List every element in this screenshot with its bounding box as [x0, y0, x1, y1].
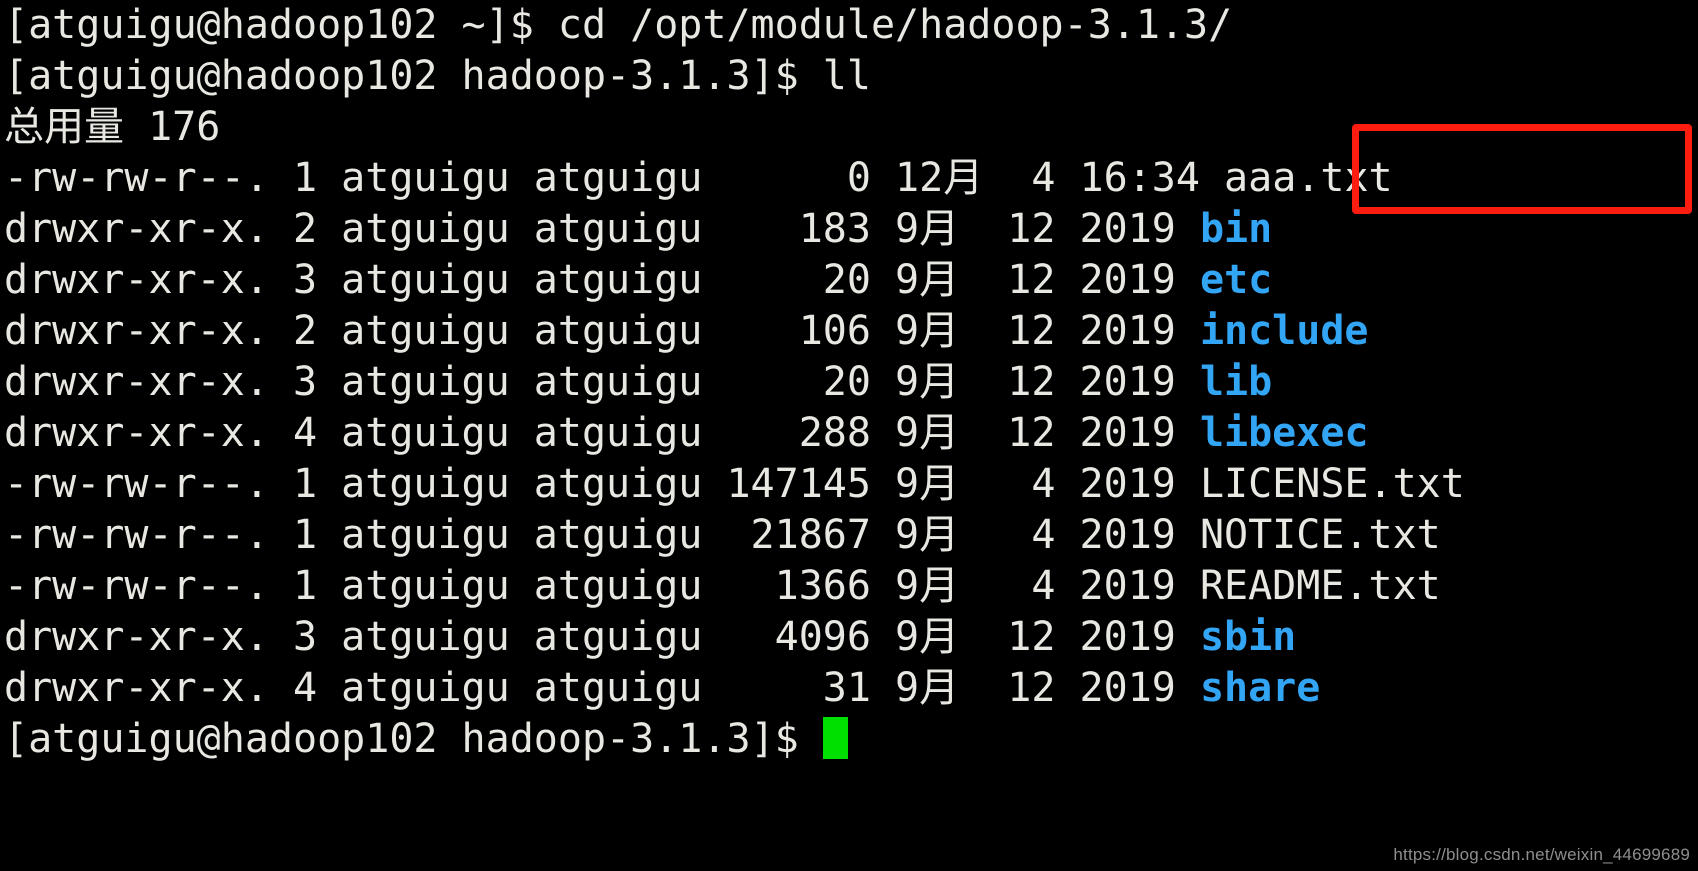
- block-cursor: [822, 717, 848, 759]
- prompt-line: [atguigu@hadoop102 hadoop-3.1.3]$: [4, 714, 1698, 765]
- listing-metadata: drwxr-xr-x. 2 atguigu atguigu 183 9月 12 …: [4, 206, 1200, 252]
- listing-row: drwxr-xr-x. 4 atguigu atguigu 31 9月 12 2…: [4, 663, 1698, 714]
- listing-row: drwxr-xr-x. 2 atguigu atguigu 106 9月 12 …: [4, 306, 1698, 357]
- listing-metadata: drwxr-xr-x. 3 atguigu atguigu 20 9月 12 2…: [4, 359, 1200, 405]
- listing-row: drwxr-xr-x. 3 atguigu atguigu 4096 9月 12…: [4, 612, 1698, 663]
- listing-metadata: drwxr-xr-x. 3 atguigu atguigu 20 9月 12 2…: [4, 257, 1200, 303]
- directory-name[interactable]: share: [1200, 665, 1320, 711]
- prompt-line: [atguigu@hadoop102 ~]$ cd /opt/module/ha…: [4, 0, 1698, 51]
- shell-prompt-text: [atguigu@hadoop102 ~]$ cd /opt/module/ha…: [4, 2, 1233, 48]
- listing-row: drwxr-xr-x. 3 atguigu atguigu 20 9月 12 2…: [4, 255, 1698, 306]
- csdn-watermark: https://blog.csdn.net/weixin_44699689: [1393, 845, 1690, 864]
- listing-row: -rw-rw-r--. 1 atguigu atguigu 1366 9月 4 …: [4, 561, 1698, 612]
- listing-metadata: -rw-rw-r--. 1 atguigu atguigu 0 12月 4 16…: [4, 155, 1225, 201]
- file-name[interactable]: NOTICE.txt: [1200, 512, 1441, 558]
- file-name[interactable]: aaa.txt: [1224, 155, 1393, 201]
- directory-name[interactable]: bin: [1200, 206, 1272, 252]
- listing-row: -rw-rw-r--. 1 atguigu atguigu 0 12月 4 16…: [4, 153, 1698, 204]
- directory-name[interactable]: sbin: [1200, 614, 1296, 660]
- directory-name[interactable]: etc: [1200, 257, 1272, 303]
- listing-row: -rw-rw-r--. 1 atguigu atguigu 21867 9月 4…: [4, 510, 1698, 561]
- listing-metadata: drwxr-xr-x. 2 atguigu atguigu 106 9月 12 …: [4, 308, 1200, 354]
- listing-metadata: -rw-rw-r--. 1 atguigu atguigu 21867 9月 4…: [4, 512, 1200, 558]
- output-line: 总用量 176: [4, 102, 1698, 153]
- file-name[interactable]: README.txt: [1200, 563, 1441, 609]
- prompt-line: [atguigu@hadoop102 hadoop-3.1.3]$ ll: [4, 51, 1698, 102]
- shell-prompt-text: [atguigu@hadoop102 hadoop-3.1.3]$: [4, 716, 823, 762]
- listing-row: -rw-rw-r--. 1 atguigu atguigu 147145 9月 …: [4, 459, 1698, 510]
- output-text: 总用量 176: [4, 104, 221, 150]
- listing-metadata: drwxr-xr-x. 3 atguigu atguigu 4096 9月 12…: [4, 614, 1200, 660]
- directory-name[interactable]: libexec: [1200, 410, 1369, 456]
- listing-row: drwxr-xr-x. 3 atguigu atguigu 20 9月 12 2…: [4, 357, 1698, 408]
- shell-prompt-text: [atguigu@hadoop102 hadoop-3.1.3]$ ll: [4, 53, 871, 99]
- terminal-screenshot: [atguigu@hadoop102 ~]$ cd /opt/module/ha…: [0, 0, 1698, 871]
- listing-row: drwxr-xr-x. 2 atguigu atguigu 183 9月 12 …: [4, 204, 1698, 255]
- directory-name[interactable]: include: [1200, 308, 1369, 354]
- listing-metadata: drwxr-xr-x. 4 atguigu atguigu 288 9月 12 …: [4, 410, 1200, 456]
- file-name[interactable]: LICENSE.txt: [1200, 461, 1465, 507]
- listing-metadata: -rw-rw-r--. 1 atguigu atguigu 147145 9月 …: [4, 461, 1200, 507]
- listing-metadata: drwxr-xr-x. 4 atguigu atguigu 31 9月 12 2…: [4, 665, 1200, 711]
- listing-row: drwxr-xr-x. 4 atguigu atguigu 288 9月 12 …: [4, 408, 1698, 459]
- directory-name[interactable]: lib: [1200, 359, 1272, 405]
- terminal-output-area[interactable]: [atguigu@hadoop102 ~]$ cd /opt/module/ha…: [4, 0, 1698, 871]
- listing-metadata: -rw-rw-r--. 1 atguigu atguigu 1366 9月 4 …: [4, 563, 1200, 609]
